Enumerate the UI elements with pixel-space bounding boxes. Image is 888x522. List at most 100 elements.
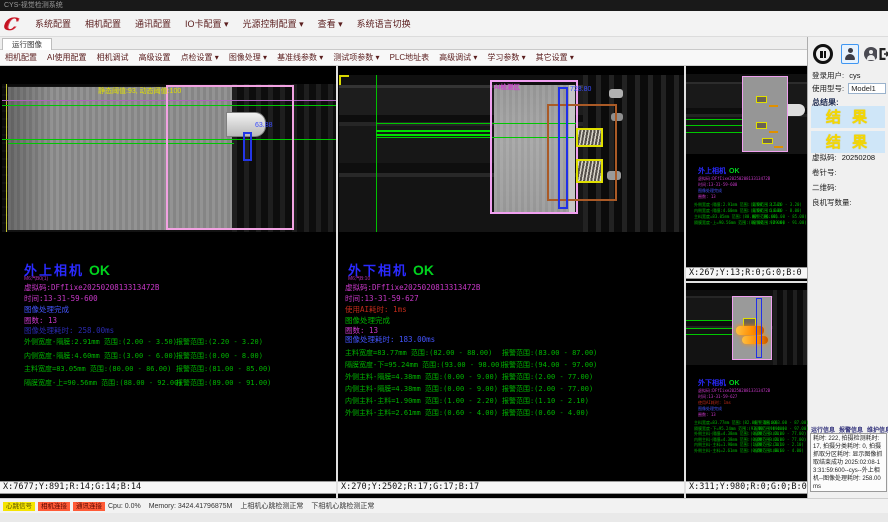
- result-box-lower: 结 果: [811, 131, 885, 153]
- mini-view-bottom: 外下相机OK 虚拟码:DFfIixe2025020813313472B 时间:1…: [686, 283, 807, 498]
- toolbar-item[interactable]: 学习参数 ▾: [482, 50, 530, 65]
- toolbar-item[interactable]: 其它设置 ▾: [531, 50, 579, 65]
- measurement-value: 隔膜宽度-上=90.56mm 范围:(88.00 - 92.00): [24, 378, 174, 388]
- roi-rect-pink: [166, 85, 294, 230]
- mini-machine-ribs: [773, 290, 807, 365]
- camera-name-text: 外下相机: [698, 380, 726, 387]
- camera-view-left: 静态阈值:93, 动态阈值:100 63.88 外上相机OK M6汽B0(1) …: [0, 66, 336, 498]
- tab-run-image[interactable]: 运行图像: [2, 38, 52, 50]
- measurement-row: 隔膜宽度-下=95.24mm 范围:(93.00 - 98.00) 报警范围:(…: [345, 360, 597, 372]
- memory-usage: Memory: 3424.41796875M: [149, 503, 233, 510]
- menu-item[interactable]: 光源控制配置 ▾: [236, 12, 311, 36]
- barcode-line: 虚拟码:DFfIixe2025020813313472B: [24, 282, 159, 293]
- measurement-row: 外侧主料-主料=2.61mm 范围:(0.60 - 4.00) 报警范围:(0.…: [694, 448, 809, 454]
- exit-button[interactable]: [877, 44, 888, 64]
- menu-item[interactable]: 查看 ▾: [311, 12, 350, 36]
- right-panel: 登录用户: cys 使用型号: Model1 总结果: 结 果 结 果 虚拟码:…: [807, 37, 888, 498]
- measurement-row: 内侧主料-主料=1.90mm 范围:(1.00 - 2.20) 报警范围:(1.…: [345, 396, 597, 408]
- measurement-alarm: 报警范围:(0.60 - 4.00): [754, 448, 804, 454]
- panel-field-label: 虚拟码:: [812, 153, 837, 162]
- edge-marker-line: [6, 84, 7, 232]
- menu-item[interactable]: 系统配置: [28, 12, 78, 36]
- exit-door-icon: [878, 47, 888, 61]
- status-ok: OK: [413, 262, 434, 278]
- pixel-coords-bar-middle: X:270;Y:2502;R:17;G:17;B:17: [338, 481, 684, 494]
- mini-measure-rect-blue: [756, 298, 762, 358]
- measurement-value: 外侧主料-主料=2.61mm 范围:(0.60 - 4.00): [694, 448, 753, 454]
- user-icon: [844, 48, 856, 60]
- runtime-log-box[interactable]: 耗时: 222, 拍摄检测耗时: 17, 拍摄分类耗时: 0, 拍摄抓取分区耗时…: [810, 433, 887, 492]
- toolbar-item[interactable]: AI使用配置: [42, 50, 92, 65]
- mini-views-column: 外上相机OK 虚拟码:DFfIixe2025020813313472B 时间:1…: [686, 66, 807, 498]
- corner-marker: [339, 75, 349, 85]
- mini-defect-box: [756, 96, 767, 103]
- toolbar-item[interactable]: 测试项参数 ▾: [328, 50, 384, 65]
- mini-label-mark: [774, 146, 783, 148]
- mini-baseline-2: [686, 328, 734, 329]
- measurement-value: 外侧主料-主料=2.61mm 范围:(0.60 - 4.00): [345, 408, 500, 418]
- panel-field-row: 良机写数量:: [812, 197, 887, 212]
- camera-image-middle[interactable]: AI检测区 728.80: [339, 75, 684, 232]
- menu-item[interactable]: IO卡配置 ▾: [178, 12, 236, 36]
- toolbar-item[interactable]: PLC地址表: [385, 50, 435, 65]
- toolbar-item[interactable]: 高级调试 ▾: [434, 50, 482, 65]
- menu-item[interactable]: 通讯配置: [128, 12, 178, 36]
- mini-camera-image-bottom[interactable]: [686, 290, 807, 365]
- mini-label-mark: [769, 105, 778, 107]
- measurement-value: 主料宽度=83.77mm 范围:(82.00 - 88.00): [345, 348, 500, 358]
- login-user-value: cys: [849, 71, 860, 80]
- mini-camera-image-top[interactable]: [686, 74, 807, 154]
- measurement-alarm: 报警范围:(81.00 - 85.00): [176, 364, 271, 374]
- panel-field-label: 二维码:: [812, 183, 837, 192]
- measurement-alarm: 报警范围:(83.00 - 87.00): [502, 348, 597, 358]
- model-label: 使用型号:: [812, 84, 844, 93]
- login-user-label: 登录用户:: [812, 71, 844, 80]
- measurement-row: 外侧主料-主料=2.61mm 范围:(0.60 - 4.00) 报警范围:(0.…: [345, 408, 597, 420]
- pixel-coords-bar-mini-bottom: X:311;Y:980;R:0;G:0;B:0: [686, 481, 807, 494]
- measurement-row: 主料宽度=83.05mm 范围:(80.00 - 86.00) 报警范围:(81…: [24, 364, 271, 378]
- defect-box-yellow-2: [576, 159, 603, 183]
- toolbar-item[interactable]: 图像处理 ▾: [224, 50, 272, 65]
- measurement-alarm: 报警范围:(2.20 - 3.20): [176, 337, 263, 347]
- time-line: 时间:13-31-59-627: [345, 293, 419, 304]
- measurement-alarm: 报警范围:(0.60 - 4.00): [502, 408, 589, 418]
- user-login-button[interactable]: [841, 44, 859, 64]
- menu-item[interactable]: 系统语言切换: [350, 12, 418, 36]
- toolbar-item[interactable]: 点检设置 ▾: [176, 50, 224, 65]
- camera-image-left[interactable]: 静态阈值:93, 动态阈值:100 63.88: [2, 84, 336, 232]
- toolbar-item[interactable]: 相机调试: [92, 50, 134, 65]
- top-button-row: [808, 41, 888, 67]
- pixel-coords-bar-mini-top: X:267;Y:13;R:0;G:0;B:0: [686, 267, 807, 279]
- measurement-value: 主料宽度=83.05mm 范围:(80.00 - 86.00): [24, 364, 174, 374]
- window-title-bar: CYS-视觉检测系统: [0, 0, 888, 11]
- status-ok: OK: [729, 168, 740, 175]
- menu-item[interactable]: 相机配置: [78, 12, 128, 36]
- pause-button[interactable]: [811, 42, 835, 66]
- vertical-baseline-green: [376, 75, 377, 232]
- barcode-line: 虚拟码:DFfIixe2025020813313472B: [345, 282, 480, 293]
- model-value-box[interactable]: Model1: [848, 83, 886, 94]
- measurement-alarm: 报警范围:(89.00 - 91.00): [752, 220, 807, 226]
- toolbar-item[interactable]: 高级设置: [134, 50, 176, 65]
- panel-field-row: 虚拟码: 20250208: [812, 152, 887, 167]
- pixel-coords-bar-left: X:7677;Y:891;R:14;G:14;B:14: [0, 481, 336, 494]
- measurement-value: 内侧主料-隔膜=4.38mm 范围:(0.00 - 9.00): [345, 384, 500, 394]
- measurement-row: 外侧主料-隔膜=4.38mm 范围:(0.00 - 9.00) 报警范围:(2.…: [345, 372, 597, 384]
- toolbar-item[interactable]: 基准线参数 ▾: [272, 50, 328, 65]
- measurement-alarm: 报警范围:(1.10 - 2.10): [502, 396, 589, 406]
- measurement-list-middle: 主料宽度=83.77mm 范围:(82.00 - 88.00) 报警范围:(83…: [345, 348, 597, 420]
- measurement-list-left: 外侧宽度-隔膜:2.91mm 范围:(2.00 - 3.50) 报警范围:(2.…: [24, 337, 271, 391]
- menu-items: 系统配置相机配置通讯配置IO卡配置 ▾光源控制配置 ▾查看 ▾系统语言切换: [28, 12, 418, 36]
- panel-fields: 虚拟码: 20250208 卷针号: 二维码: 良机写数量:: [812, 152, 887, 212]
- mini-baseline-3: [686, 334, 732, 335]
- status-ok: OK: [729, 380, 740, 387]
- user-manage-button[interactable]: [862, 45, 878, 63]
- camera-view-middle: AI检测区 728.80 外下相机OK M6汽B:10 虚拟码:DFfIixe2…: [338, 66, 684, 498]
- tab-strip: 运行图像: [0, 37, 807, 50]
- measurement-row: 隔膜宽度-上=90.56mm 范围:(88.00 - 92.00) 报警范围:(…: [694, 220, 807, 226]
- process-done-line: 图像处理完成: [24, 304, 69, 315]
- measurement-alarm: 报警范围:(94.00 - 97.00): [502, 360, 597, 370]
- measurement-value: 外侧宽度-隔膜:2.91mm 范围:(2.00 - 3.50): [24, 337, 174, 347]
- baseline-green-thick-1: [376, 130, 491, 132]
- toolbar-item[interactable]: 相机配置: [0, 50, 42, 65]
